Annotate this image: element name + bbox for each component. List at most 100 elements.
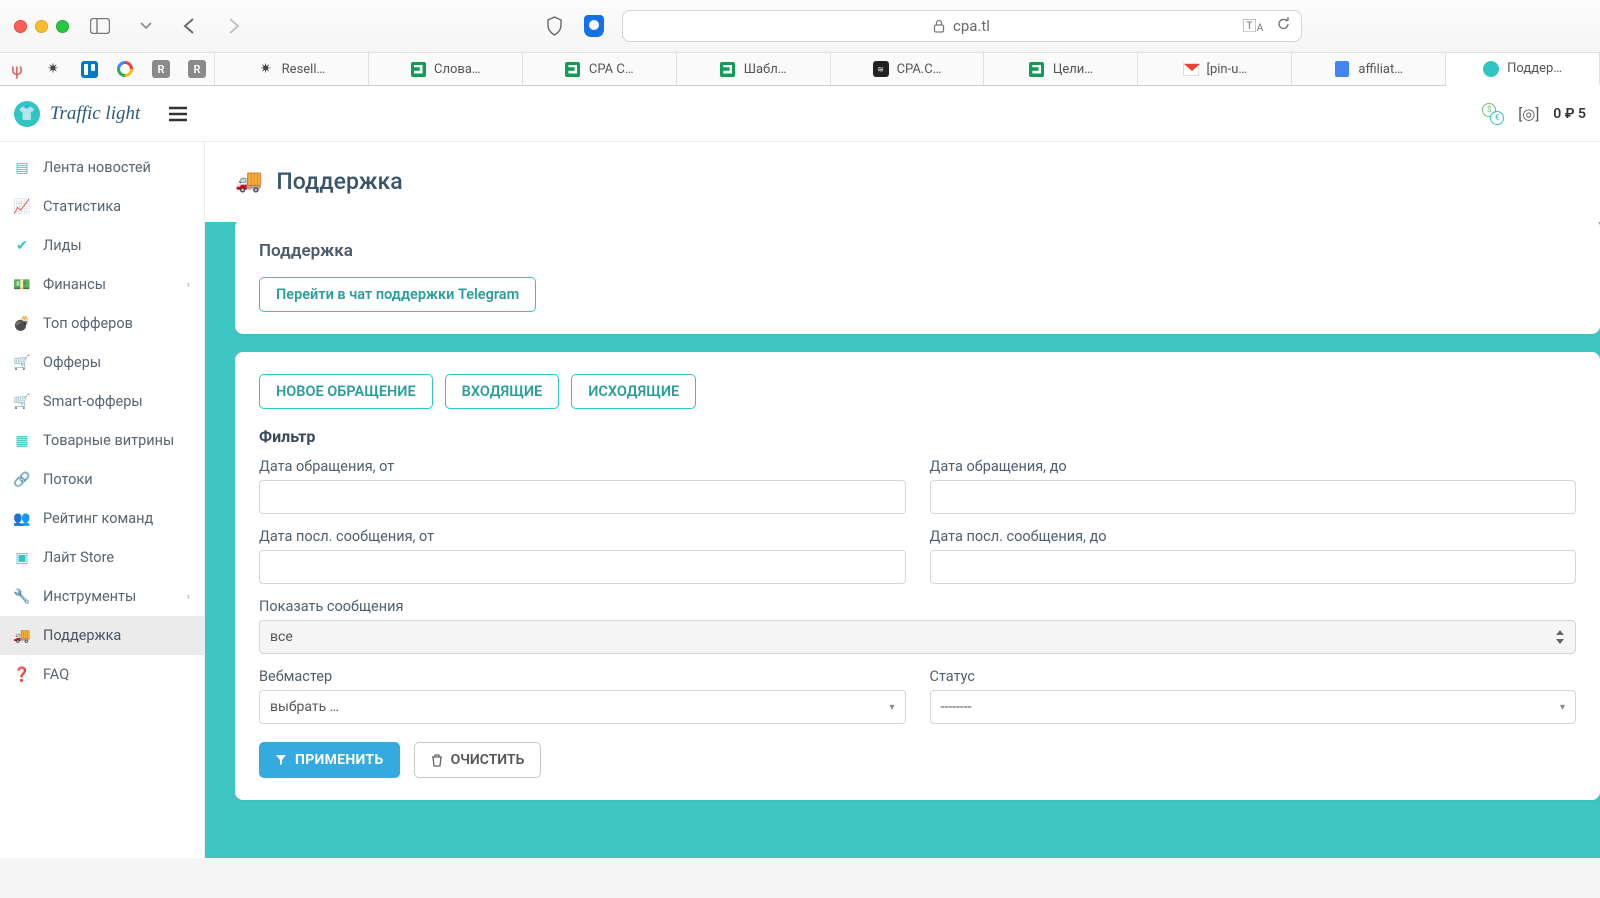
users-icon: 👥: [14, 511, 30, 527]
money-icon: 💵: [14, 277, 30, 293]
field-last-msg-to: Дата посл. сообщения, до: [930, 528, 1577, 584]
currency-switch-icon[interactable]: $€: [1482, 103, 1504, 125]
label-last-msg-to: Дата посл. сообщения, до: [930, 528, 1577, 545]
new-ticket-button[interactable]: НОВОЕ ОБРАЩЕНИЕ: [259, 374, 433, 409]
input-last-msg-from[interactable]: [259, 550, 906, 584]
select-status[interactable]: -------- ▾: [930, 690, 1577, 724]
tab-slova[interactable]: Слова…: [369, 53, 523, 85]
sidebar-item-top-offers[interactable]: 💣Топ офферов: [0, 304, 204, 343]
grid-icon: ▦: [14, 433, 30, 449]
pinned-tab-5-icon[interactable]: R: [152, 60, 170, 78]
telegram-chat-button[interactable]: Перейти в чат поддержки Telegram: [259, 277, 536, 312]
field-status: Статус -------- ▾: [930, 668, 1577, 724]
link-icon: 🔗: [14, 472, 30, 488]
brand-logo-icon[interactable]: 👕: [14, 101, 40, 127]
filter-heading: Фильтр: [259, 427, 1576, 446]
pinned-tab-3-icon[interactable]: [80, 60, 98, 78]
chevron-down-icon[interactable]: [135, 16, 157, 36]
tab-bar: ψ ✷ R R ✷Resell… Слова… CPA С… Шабл… ≋CP…: [0, 52, 1600, 85]
cart-icon: 🛒: [14, 394, 30, 410]
label-date-from: Дата обращения, от: [259, 458, 906, 475]
apply-button[interactable]: ПРИМЕНИТЬ: [259, 742, 400, 778]
menu-toggle-icon[interactable]: [168, 106, 188, 122]
label-show-messages: Показать сообщения: [259, 598, 1576, 615]
forward-icon: [223, 16, 245, 36]
page-title: 🚚 Поддержка: [205, 142, 1600, 219]
back-icon[interactable]: [177, 16, 199, 36]
inbox-button[interactable]: ВХОДЯЩИЕ: [445, 374, 560, 409]
input-date-from[interactable]: [259, 480, 906, 514]
question-icon: ❓: [14, 667, 30, 683]
close-window-icon[interactable]: [14, 20, 27, 33]
support-filter-panel: НОВОЕ ОБРАЩЕНИЕ ВХОДЯЩИЕ ИСХОДЯЩИЕ Фильт…: [235, 352, 1600, 800]
sidebar-item-tools[interactable]: 🔧Инструменты›: [0, 577, 204, 616]
tab-resell[interactable]: ✷Resell…: [215, 53, 369, 85]
sidebar-item-teams[interactable]: 👥Рейтинг команд: [0, 499, 204, 538]
select-webmaster[interactable]: выбрать … ▾: [259, 690, 906, 724]
filter-icon: [275, 754, 287, 766]
input-last-msg-to[interactable]: [930, 550, 1577, 584]
tab-cpa-c[interactable]: CPA С…: [523, 53, 677, 85]
sidebar-item-leads[interactable]: ✔Лиды: [0, 226, 204, 265]
chevron-down-icon: ▾: [1560, 702, 1565, 713]
check-icon: ✔: [14, 238, 30, 254]
sidebar-toggle-icon[interactable]: [89, 16, 111, 36]
privacy-shield-icon[interactable]: [544, 16, 566, 36]
input-date-to[interactable]: [930, 480, 1577, 514]
balance-value: 0 ₽ 5: [1553, 106, 1586, 122]
support-telegram-panel: Поддержка Перейти в чат поддержки Telegr…: [235, 219, 1600, 334]
truck-icon: 🚚: [235, 169, 262, 194]
trash-icon: [431, 754, 443, 767]
clear-button[interactable]: ОЧИСТИТЬ: [414, 742, 542, 778]
truck-icon: 🚚: [14, 628, 30, 644]
main-content: 🚚 Поддержка Поддержка Перейти в чат подд…: [205, 142, 1600, 858]
pinned-tab-4-icon[interactable]: [116, 60, 134, 78]
select-show-messages[interactable]: все: [259, 620, 1576, 654]
chart-icon: 📈: [14, 199, 30, 215]
address-bar[interactable]: cpa.tl 🅃ᴀ: [622, 10, 1302, 42]
sidebar-item-showcases[interactable]: ▦Товарные витрины: [0, 421, 204, 460]
label-webmaster: Вебмастер: [259, 668, 906, 685]
sidebar: ▤Лента новостей 📈Статистика ✔Лиды 💵Финан…: [0, 142, 205, 858]
sidebar-item-faq[interactable]: ❓FAQ: [0, 655, 204, 694]
tab-shabl[interactable]: Шабл…: [677, 53, 831, 85]
sidebar-item-finance[interactable]: 💵Финансы›: [0, 265, 204, 304]
field-last-msg-from: Дата посл. сообщения, от: [259, 528, 906, 584]
sidebar-item-store[interactable]: ▣Лайт Store: [0, 538, 204, 577]
wrench-icon: 🔧: [14, 589, 30, 605]
sidebar-item-smart-offers[interactable]: 🛒Smart-офферы: [0, 382, 204, 421]
sidebar-item-support[interactable]: 🚚Поддержка: [0, 616, 204, 655]
tab-pin-u[interactable]: [pin-u…: [1138, 53, 1292, 85]
tab-cpa-dark[interactable]: ≋CPA.С…: [831, 53, 985, 85]
window-controls: [14, 20, 69, 33]
tab-podderzhka[interactable]: Поддер…: [1446, 53, 1600, 86]
chevron-right-icon: ›: [187, 590, 190, 603]
pinned-tab-6-icon[interactable]: R: [188, 60, 206, 78]
field-show-messages: Показать сообщения все: [259, 598, 1576, 654]
maximize-window-icon[interactable]: [56, 20, 69, 33]
adblock-icon[interactable]: [584, 15, 604, 37]
reload-icon[interactable]: [1276, 16, 1291, 36]
tab-affiliat[interactable]: affiliat…: [1292, 53, 1446, 85]
pinned-tab-2-icon[interactable]: ✷: [44, 60, 62, 78]
pinned-tab-1-icon[interactable]: ψ: [8, 60, 26, 78]
translate-icon[interactable]: 🅃ᴀ: [1243, 16, 1264, 36]
sidebar-item-streams[interactable]: 🔗Потоки: [0, 460, 204, 499]
app-header: 👕 Traffic light $€ [◎] 0 ₽ 5: [0, 86, 1600, 142]
outbox-button[interactable]: ИСХОДЯЩИЕ: [571, 374, 696, 409]
browser-chrome: cpa.tl 🅃ᴀ ψ ✷ R R ✷Resell… Слова… CPA С……: [0, 0, 1600, 86]
wallet-icon: [◎]: [1518, 105, 1539, 123]
pinned-tabs: ψ ✷ R R: [0, 53, 215, 85]
field-webmaster: Вебмастер выбрать … ▾: [259, 668, 906, 724]
sidebar-item-news[interactable]: ▤Лента новостей: [0, 148, 204, 187]
minimize-window-icon[interactable]: [35, 20, 48, 33]
url-text: cpa.tl: [953, 17, 990, 35]
cart-icon: 🛒: [14, 355, 30, 371]
store-icon: ▣: [14, 550, 30, 566]
sidebar-item-stats[interactable]: 📈Статистика: [0, 187, 204, 226]
sidebar-item-offers[interactable]: 🛒Офферы: [0, 343, 204, 382]
field-date-to: Дата обращения, до: [930, 458, 1577, 514]
tab-celi[interactable]: Цели…: [984, 53, 1138, 85]
chevron-right-icon: ›: [187, 278, 190, 291]
bomb-icon: 💣: [14, 316, 30, 332]
